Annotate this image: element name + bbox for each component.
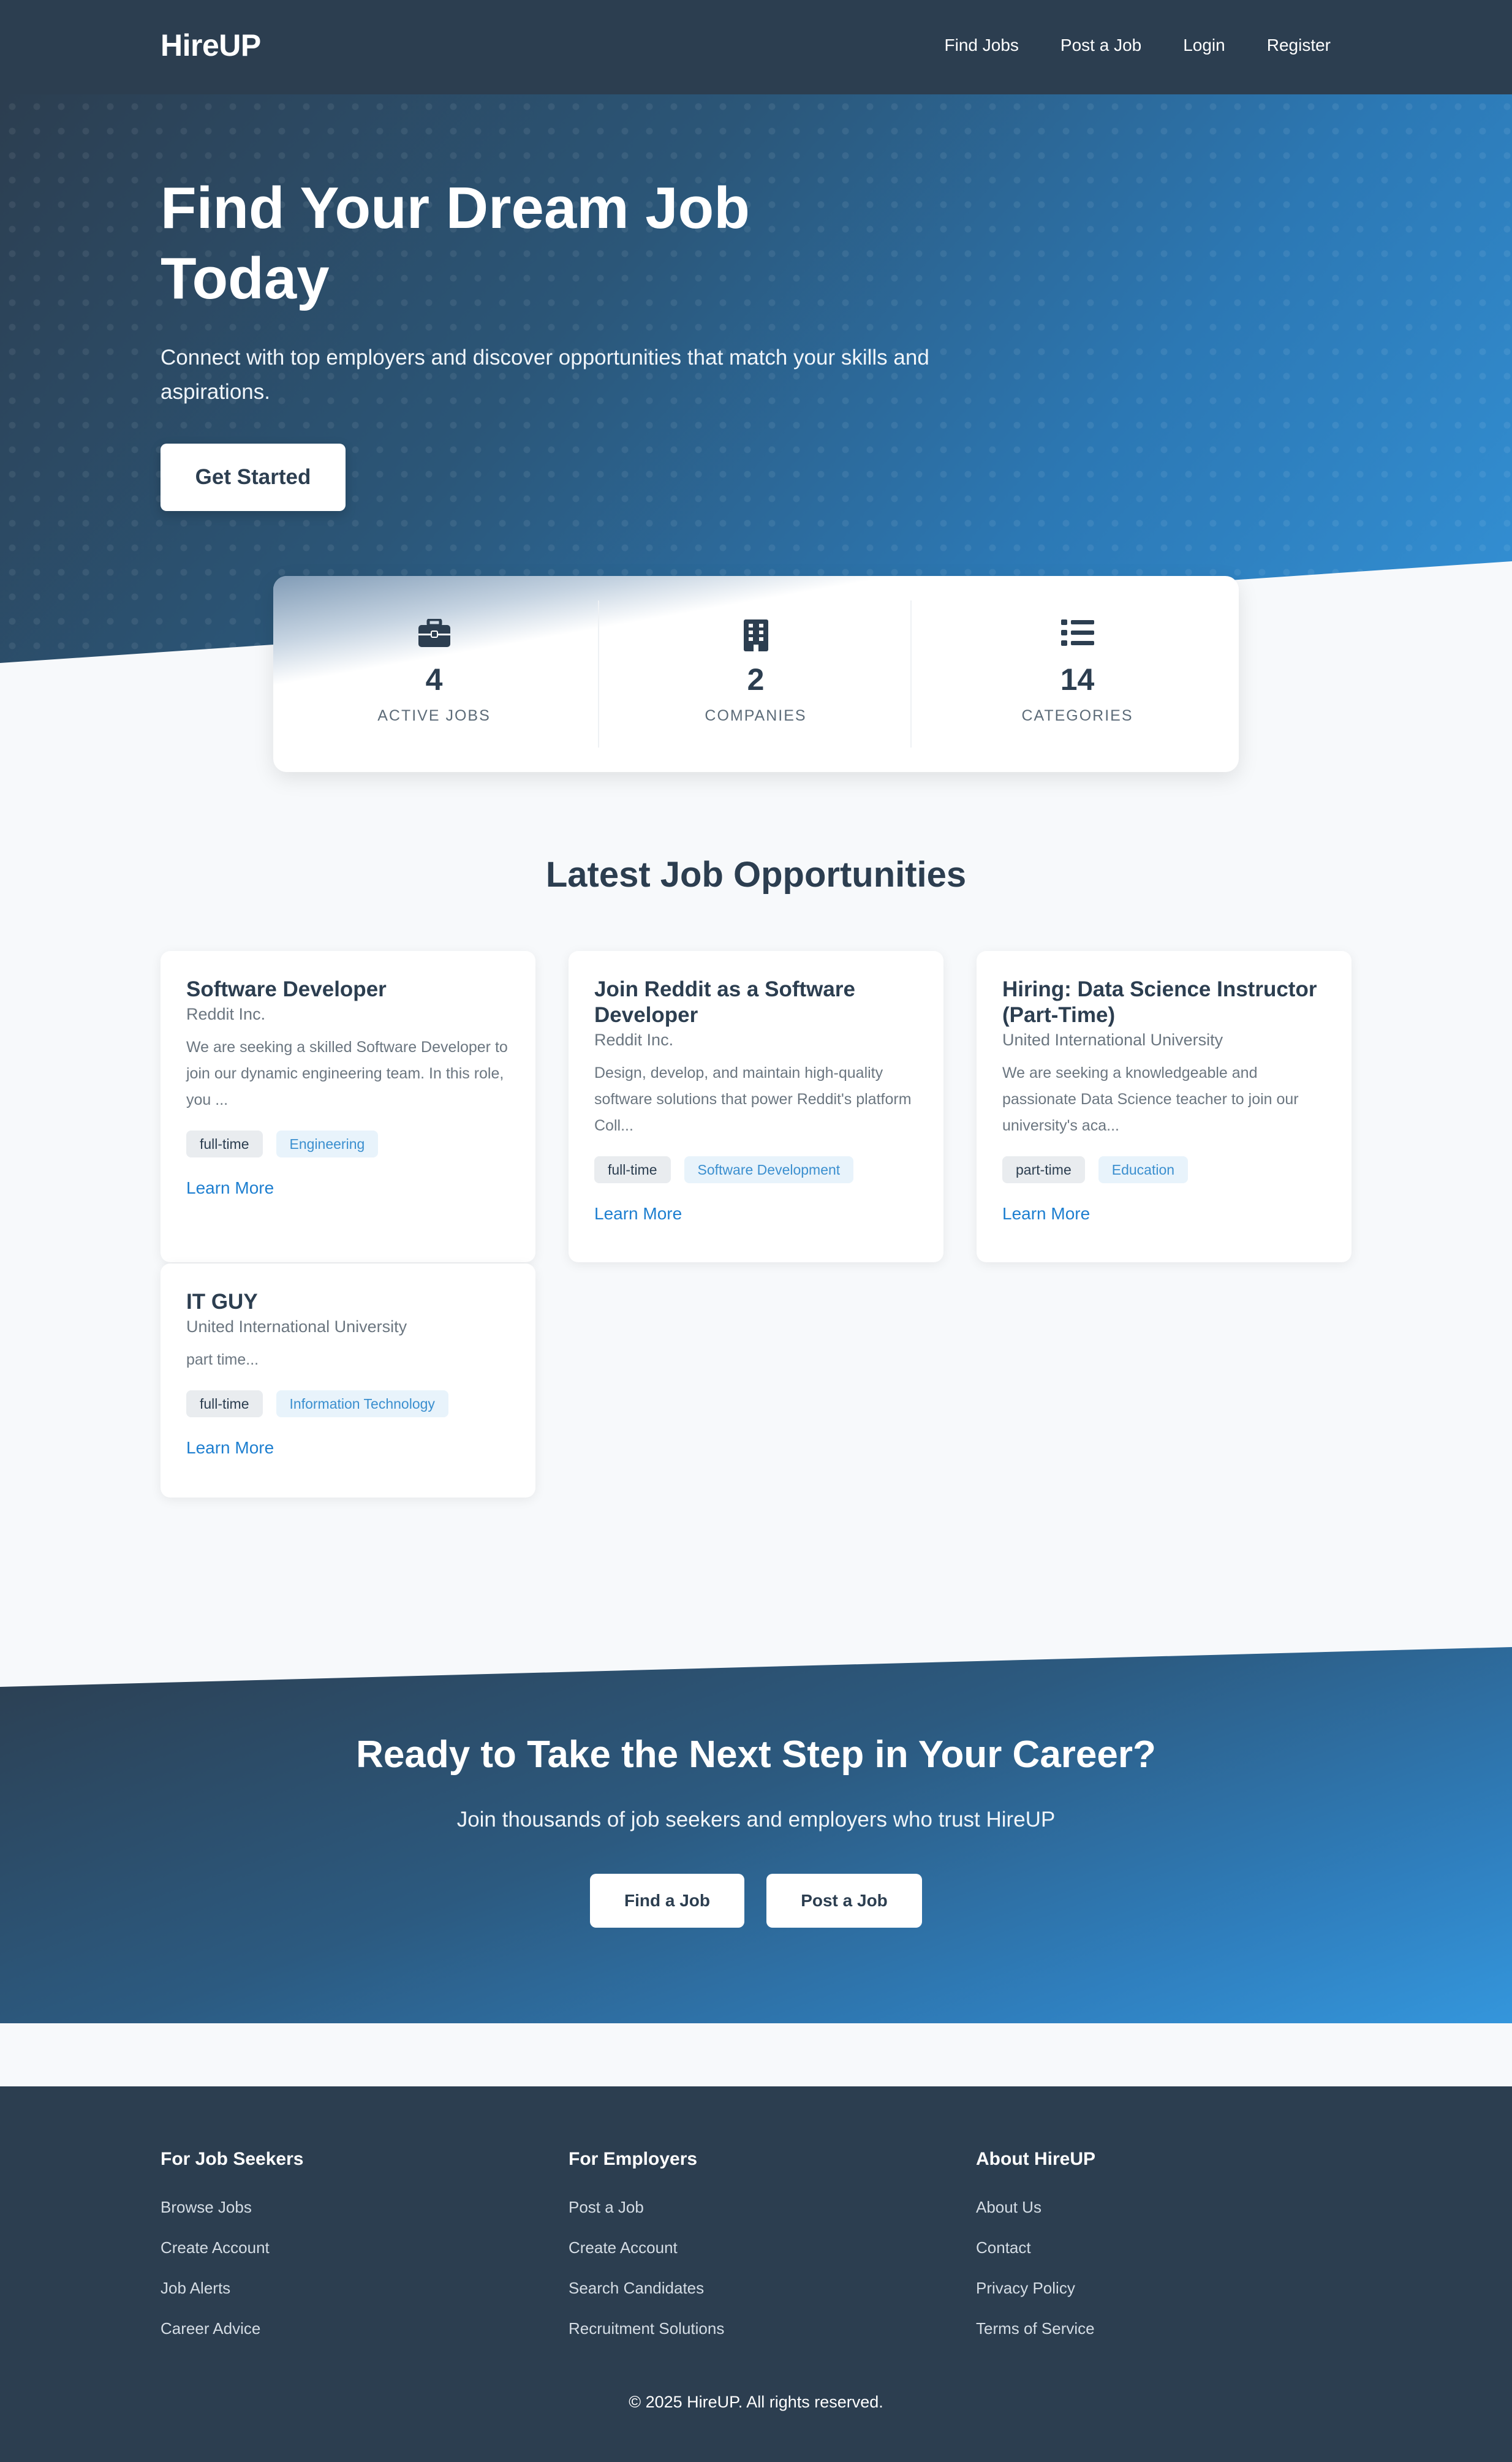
get-started-button[interactable]: Get Started (161, 444, 346, 511)
footer-link-browse-jobs[interactable]: Browse Jobs (161, 2187, 528, 2227)
brand-logo[interactable]: HireUP (161, 28, 261, 63)
job-title: Hiring: Data Science Instructor (Part-Ti… (1002, 977, 1317, 1027)
navbar: HireUP Find Jobs Post a Job Login Regist… (0, 0, 1512, 94)
job-company: United International University (186, 1317, 407, 1336)
job-description: We are seeking a skilled Software Develo… (186, 1039, 508, 1108)
stat-label: CATEGORIES (1021, 707, 1133, 724)
footer: For Job Seekers Browse Jobs Create Accou… (0, 2086, 1512, 2462)
job-title: Software Developer (186, 977, 387, 1001)
job-card[interactable]: IT GUY United International University p… (161, 1263, 535, 1498)
learn-more-link[interactable]: Learn More (186, 1178, 510, 1198)
job-category-badge: Software Development (684, 1156, 854, 1183)
footer-heading: About HireUP (976, 2149, 1095, 2169)
job-tags: part-time Education (1002, 1156, 1326, 1183)
job-type-badge: full-time (186, 1390, 263, 1417)
job-type-badge: part-time (1002, 1156, 1085, 1183)
learn-more-link[interactable]: Learn More (186, 1438, 510, 1458)
stat-label: COMPANIES (705, 707, 807, 724)
footer-link-privacy-policy[interactable]: Privacy Policy (976, 2268, 1344, 2308)
nav-link-post-job[interactable]: Post a Job (1060, 36, 1141, 55)
job-tags: full-time Information Technology (186, 1390, 510, 1417)
stat-label: ACTIVE JOBS (377, 707, 491, 724)
job-card[interactable]: Join Reddit as a Software Developer Redd… (569, 951, 943, 1262)
stat-companies: 2 COMPANIES (595, 576, 917, 772)
hero-title: Find Your Dream Job Today (161, 175, 750, 311)
footer-column-employers: For Employers Post a Job Create Account … (569, 2149, 936, 2349)
stat-categories: 14 CATEGORIES (917, 576, 1238, 772)
stat-active-jobs: 4 ACTIVE JOBS (273, 576, 595, 772)
cta-subtitle: Join thousands of job seekers and employ… (456, 1808, 1056, 1831)
job-category-badge: Education (1098, 1156, 1189, 1183)
nav-links: Find Jobs Post a Job Login Register (945, 36, 1331, 55)
nav-link-register[interactable]: Register (1267, 36, 1331, 55)
briefcase-icon (418, 618, 451, 651)
job-type-badge: full-time (594, 1156, 671, 1183)
stat-value: 2 (747, 662, 765, 697)
building-icon (743, 619, 769, 655)
footer-column-job-seekers: For Job Seekers Browse Jobs Create Accou… (161, 2149, 528, 2349)
find-job-button[interactable]: Find a Job (590, 1874, 744, 1928)
nav-link-login[interactable]: Login (1183, 36, 1225, 55)
jobs-section-title: Latest Job Opportunities (545, 855, 967, 895)
footer-link-recruitment-solutions[interactable]: Recruitment Solutions (569, 2308, 936, 2349)
nav-link-find-jobs[interactable]: Find Jobs (945, 36, 1019, 55)
job-type-badge: full-time (186, 1131, 263, 1157)
footer-link-career-advice[interactable]: Career Advice (161, 2308, 528, 2349)
job-description: Design, develop, and maintain high-quali… (594, 1064, 912, 1134)
footer-link-contact[interactable]: Contact (976, 2227, 1344, 2268)
job-company: United International University (1002, 1031, 1223, 1049)
stat-divider (910, 600, 912, 748)
job-description: part time... (186, 1351, 259, 1368)
cta-title: Ready to Take the Next Step in Your Care… (356, 1733, 1156, 1776)
job-tags: full-time Engineering (186, 1131, 510, 1157)
learn-more-link[interactable]: Learn More (594, 1204, 918, 1224)
job-tags: full-time Software Development (594, 1156, 918, 1183)
post-job-button[interactable]: Post a Job (766, 1874, 922, 1928)
footer-link-job-alerts[interactable]: Job Alerts (161, 2268, 528, 2308)
footer-link-create-account[interactable]: Create Account (569, 2227, 936, 2268)
footer-link-terms-of-service[interactable]: Terms of Service (976, 2308, 1344, 2349)
job-company: Reddit Inc. (186, 1005, 266, 1023)
job-category-badge: Information Technology (276, 1390, 448, 1417)
job-card[interactable]: Software Developer Reddit Inc. We are se… (161, 951, 535, 1262)
job-category-badge: Engineering (276, 1131, 379, 1157)
job-company: Reddit Inc. (594, 1031, 674, 1049)
job-description: We are seeking a knowledgeable and passi… (1002, 1064, 1299, 1134)
footer-link-create-account[interactable]: Create Account (161, 2227, 528, 2268)
stats-card: 4 ACTIVE JOBS 2 COMPANIES 14 CATEGORIES (273, 576, 1239, 772)
job-card[interactable]: Hiring: Data Science Instructor (Part-Ti… (977, 951, 1351, 1262)
footer-heading: For Job Seekers (161, 2149, 304, 2169)
footer-column-about: About HireUP About Us Contact Privacy Po… (976, 2149, 1344, 2349)
stat-value: 4 (425, 662, 443, 697)
job-title: IT GUY (186, 1290, 258, 1314)
footer-heading: For Employers (569, 2149, 698, 2169)
footer-link-post-job[interactable]: Post a Job (569, 2187, 936, 2227)
footer-link-search-candidates[interactable]: Search Candidates (569, 2268, 936, 2308)
learn-more-link[interactable]: Learn More (1002, 1204, 1326, 1224)
job-title: Join Reddit as a Software Developer (594, 977, 855, 1027)
list-icon (1060, 619, 1094, 650)
cta-section: Ready to Take the Next Step in Your Care… (0, 1647, 1512, 2023)
stat-value: 14 (1060, 662, 1095, 697)
hero-subtitle: Connect with top employers and discover … (161, 346, 929, 404)
footer-link-about-us[interactable]: About Us (976, 2187, 1344, 2227)
copyright-text: © 2025 HireUP. All rights reserved. (629, 2393, 883, 2411)
